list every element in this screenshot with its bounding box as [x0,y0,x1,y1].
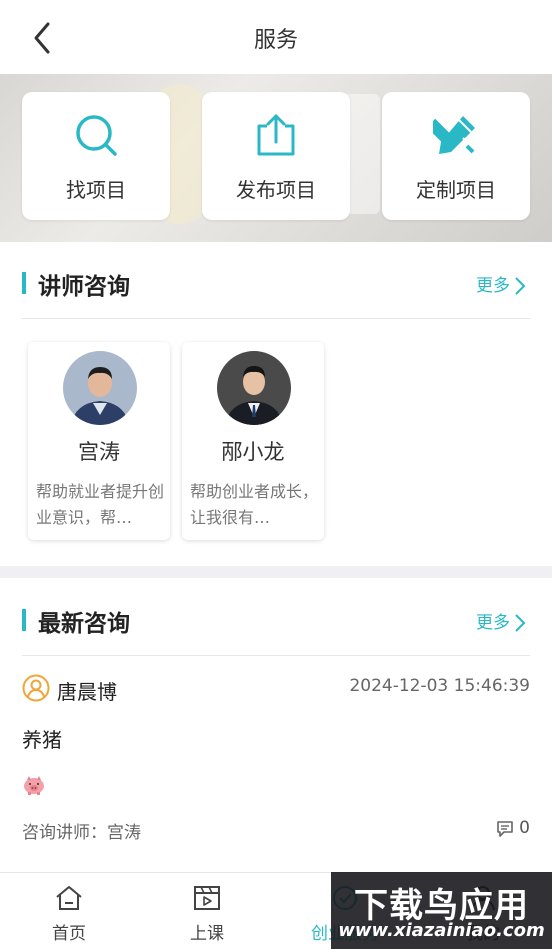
chevron-right-icon [515,614,526,632]
post-author[interactable]: 唐晨博 [57,676,117,705]
tab-home[interactable]: 首页 [0,873,138,949]
section-separator [0,566,552,578]
custom-project-label: 定制项目 [416,178,496,202]
search-icon [76,115,117,156]
section-accent-bar [22,609,26,631]
tab-home-label: 首页 [52,924,86,944]
pencil-ruler-icon [433,116,475,154]
post-timestamp: 2024-12-03 15:46:39 [349,676,530,696]
watermark-url: www.xiazainiao.com [338,920,545,941]
tab-class[interactable]: 上课 [138,873,276,949]
more-label: 更多 [476,276,510,296]
chevron-right-icon [515,277,526,295]
teacher-description: 帮助就业者提升创业意识，帮… [36,482,165,527]
home-icon [56,886,82,910]
user-avatar-icon [22,674,50,702]
more-label: 更多 [476,613,510,633]
pig-emoji-icon [24,776,44,795]
divider [22,655,530,656]
watermark-overlay: 下载鸟应用 www.xiazainiao.com [331,872,552,949]
teacher-card[interactable]: 邴小龙 帮助创业者成长，让我很有… [182,342,324,540]
teacher-name: 宫涛 [78,440,120,464]
teacher-card[interactable]: 宫涛 帮助就业者提升创业意识，帮… [28,342,170,540]
comment-count: 0 [519,818,530,838]
section-accent-bar [22,272,26,294]
avatar [217,351,291,425]
top-nav-bar: 服务 [0,0,552,74]
teacher-description: 帮助创业者成长，让我很有… [190,482,319,527]
service-banner: 找项目 发布项目 定制项目 [0,74,552,242]
page-title: 服务 [253,28,298,53]
find-project-label: 找项目 [66,178,126,202]
publish-project-label: 发布项目 [236,178,316,202]
consult-section-title: 最新咨询 [38,611,130,637]
divider [22,318,530,319]
consult-more-link[interactable]: 更多 [476,608,526,633]
consult-teacher-label: 咨询讲师：宫涛 [22,823,141,843]
upload-icon [257,114,295,156]
teachers-section-title: 讲师咨询 [38,274,130,300]
video-icon [194,886,220,910]
post-content[interactable]: 养猪 [22,724,62,753]
custom-project-button[interactable]: 定制项目 [382,92,530,220]
teachers-section-header: 讲师咨询 更多 [22,261,530,307]
consult-section-header: 最新咨询 更多 [22,598,530,644]
publish-project-button[interactable]: 发布项目 [202,92,350,220]
tab-class-label: 上课 [190,924,224,944]
teacher-name: 邴小龙 [221,440,285,464]
teachers-more-link[interactable]: 更多 [476,271,526,296]
find-project-button[interactable]: 找项目 [22,92,170,220]
avatar [63,351,137,425]
comment-icon[interactable] [496,820,514,838]
